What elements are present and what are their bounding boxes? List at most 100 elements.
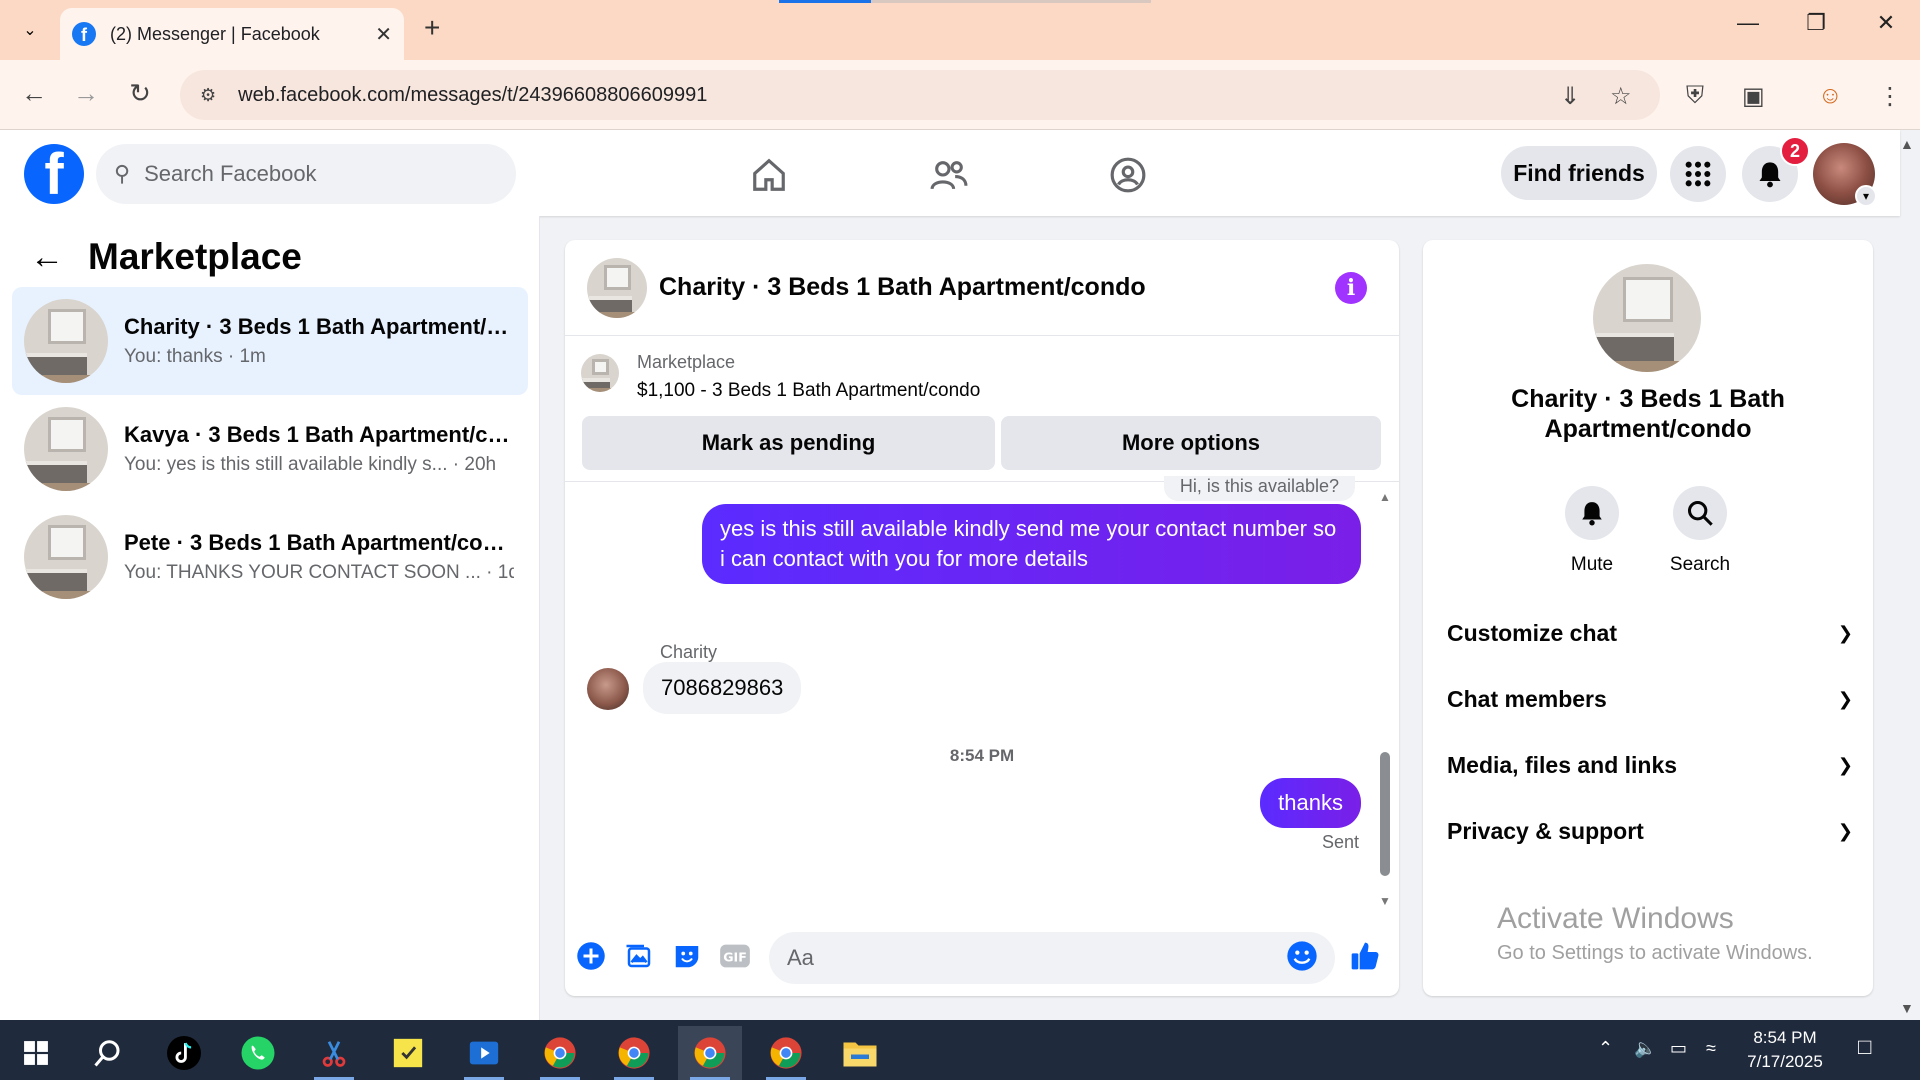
scroll-up-icon[interactable]: ▲	[1379, 490, 1391, 504]
search-label: Search	[1669, 554, 1731, 575]
message-status: Sent	[1321, 832, 1359, 852]
chat-members-section[interactable]: Chat members ❯	[1447, 674, 1853, 724]
minimize-button[interactable]: —	[1718, 10, 1778, 36]
sender-name: Charity	[660, 642, 718, 662]
file-explorer-icon[interactable]	[828, 1026, 892, 1080]
outgoing-message-bubble: yes is this still available kindly send …	[702, 504, 1361, 584]
snipping-tool-icon[interactable]	[302, 1026, 366, 1080]
extensions-puzzle-icon[interactable]: ▣	[1742, 82, 1765, 111]
facebook-search-box[interactable]: ⚲	[96, 144, 516, 204]
forward-button[interactable]: →	[68, 78, 104, 109]
chevron-down-icon: ❯	[1837, 622, 1853, 643]
home-icon[interactable]	[744, 150, 794, 200]
chevron-down-icon: ▾	[1855, 185, 1877, 207]
windows-start-icon[interactable]	[4, 1026, 68, 1080]
search-icon[interactable]	[76, 1026, 140, 1080]
media-player-icon[interactable]	[452, 1026, 516, 1080]
address-bar[interactable]: ⚙ web.facebook.com/messages/t/2439660880…	[180, 70, 1660, 120]
chat-item-kavya[interactable]: Kavya · 3 Beds 1 Bath Apartment/condo Yo…	[12, 395, 528, 503]
conversation-thumbnail[interactable]	[587, 257, 647, 318]
mute-button[interactable]: Mute	[1547, 486, 1637, 576]
tab-close-icon[interactable]: ✕	[375, 22, 392, 47]
shield-extension-icon[interactable]: ⛨	[1686, 82, 1704, 110]
battery-icon[interactable]: ▭	[1670, 1038, 1687, 1059]
chat-profile-thumbnail[interactable]	[1593, 264, 1701, 372]
reload-button[interactable]: ↻	[122, 78, 158, 109]
gif-icon[interactable]: GIF	[719, 940, 751, 972]
browser-tab-messenger[interactable]: f (2) Messenger | Facebook ✕	[60, 8, 404, 60]
facebook-search-input[interactable]	[144, 161, 465, 187]
close-window-button[interactable]: ✕	[1856, 10, 1916, 36]
emoji-icon[interactable]	[1286, 940, 1318, 972]
install-app-icon[interactable]: ⇓	[1560, 82, 1580, 111]
chat-item-name: Kavya · 3 Beds 1 Bath Apartment/condo	[124, 422, 514, 447]
listing-thumbnail	[581, 354, 619, 392]
chevron-down-icon: ❯	[1837, 688, 1853, 709]
scroll-down-icon[interactable]: ▼	[1379, 894, 1391, 908]
volume-icon[interactable]: 🔈	[1634, 1038, 1656, 1059]
conversation-header: Charity · 3 Beds 1 Bath Apartment/condo …	[565, 240, 1399, 336]
wifi-icon[interactable]: ≈	[1706, 1038, 1716, 1059]
bookmark-star-icon[interactable]: ☆	[1610, 82, 1632, 111]
restore-button[interactable]: ❐	[1786, 10, 1846, 36]
listing-thumbnail	[24, 515, 108, 599]
page-scroll-up-icon[interactable]: ▲	[1900, 136, 1914, 152]
chrome-window-icon[interactable]	[602, 1026, 666, 1080]
sticky-notes-icon[interactable]	[376, 1026, 440, 1080]
find-friends-button[interactable]: Find friends	[1501, 146, 1657, 200]
tab-search-button[interactable]: ⌄	[10, 12, 50, 48]
search-in-chat-button[interactable]: Search	[1655, 486, 1745, 576]
system-clock[interactable]: 8:54 PM 7/17/2025	[1730, 1026, 1840, 1074]
activate-windows-watermark: Activate Windows Go to Settings to activ…	[1497, 902, 1813, 964]
url-text: web.facebook.com/messages/t/243966088066…	[238, 83, 708, 106]
chat-item-pete[interactable]: Pete · 3 Beds 1 Bath Apartment/condo You…	[12, 503, 528, 611]
customize-chat-section[interactable]: Customize chat ❯	[1447, 608, 1853, 658]
sticker-icon[interactable]	[671, 940, 703, 972]
chrome-window-icon[interactable]	[754, 1026, 818, 1080]
more-options-button[interactable]: More options	[1001, 416, 1381, 470]
listing-price[interactable]: $1,100 - 3 Beds 1 Bath Apartment/condo	[637, 380, 980, 402]
back-arrow-icon[interactable]: ←	[30, 238, 64, 277]
chat-item-charity[interactable]: Charity · 3 Beds 1 Bath Apartment/condo …	[12, 287, 528, 395]
previous-message-bubble: Hi, is this available?	[1163, 476, 1355, 501]
page-scroll-down-icon[interactable]: ▼	[1900, 1000, 1914, 1016]
whatsapp-icon[interactable]	[226, 1026, 290, 1080]
chrome-menu-icon[interactable]: ⋮	[1878, 82, 1902, 111]
photo-icon[interactable]	[623, 940, 655, 972]
chat-item-preview: You: thanks · 1m	[124, 346, 266, 367]
site-settings-icon[interactable]: ⚙	[200, 85, 216, 106]
privacy-support-section[interactable]: Privacy & support ❯	[1447, 806, 1853, 856]
search-icon: ⚲	[114, 161, 131, 186]
new-tab-button[interactable]: +	[424, 12, 440, 44]
back-button[interactable]: ←	[16, 78, 52, 109]
clock-date: 7/17/2025	[1747, 1052, 1823, 1071]
tab-loading-indicator	[779, 0, 871, 3]
chat-list-header: ← Marketplace	[30, 236, 302, 278]
profile-icon[interactable]: ☺	[1818, 82, 1843, 110]
conversation-title[interactable]: Charity · 3 Beds 1 Bath Apartment/condo	[659, 273, 1335, 302]
info-icon[interactable]: i	[1335, 271, 1367, 304]
tray-chevron-up-icon[interactable]: ⌃	[1598, 1038, 1613, 1059]
message-list[interactable]: Hi, is this available? yes is this still…	[565, 476, 1399, 918]
chevron-down-icon: ❯	[1837, 754, 1853, 775]
chrome-window-icon[interactable]	[528, 1026, 592, 1080]
tiktok-icon[interactable]	[152, 1026, 216, 1080]
grid-icon	[1685, 161, 1711, 187]
message-scrollbar[interactable]: ▲ ▼	[1379, 490, 1391, 910]
facebook-logo-icon[interactable]: f	[24, 144, 84, 204]
groups-icon[interactable]	[1103, 150, 1153, 200]
listing-thumbnail	[24, 407, 108, 491]
scrollbar-thumb[interactable]	[1380, 752, 1390, 876]
svg-text:GIF: GIF	[723, 950, 747, 965]
friends-icon[interactable]	[924, 150, 974, 200]
mark-as-pending-button[interactable]: Mark as pending	[582, 416, 995, 470]
account-avatar[interactable]: ▾	[1813, 143, 1877, 207]
like-thumbs-up-icon[interactable]	[1349, 940, 1381, 972]
media-files-links-section[interactable]: Media, files and links ❯	[1447, 740, 1853, 790]
message-input[interactable]	[769, 932, 1335, 984]
plus-icon[interactable]	[575, 940, 607, 972]
chrome-window-icon[interactable]	[678, 1026, 742, 1080]
menu-grid-button[interactable]	[1670, 146, 1726, 202]
sender-avatar[interactable]	[587, 668, 629, 710]
notification-center-icon[interactable]: □	[1858, 1034, 1871, 1060]
